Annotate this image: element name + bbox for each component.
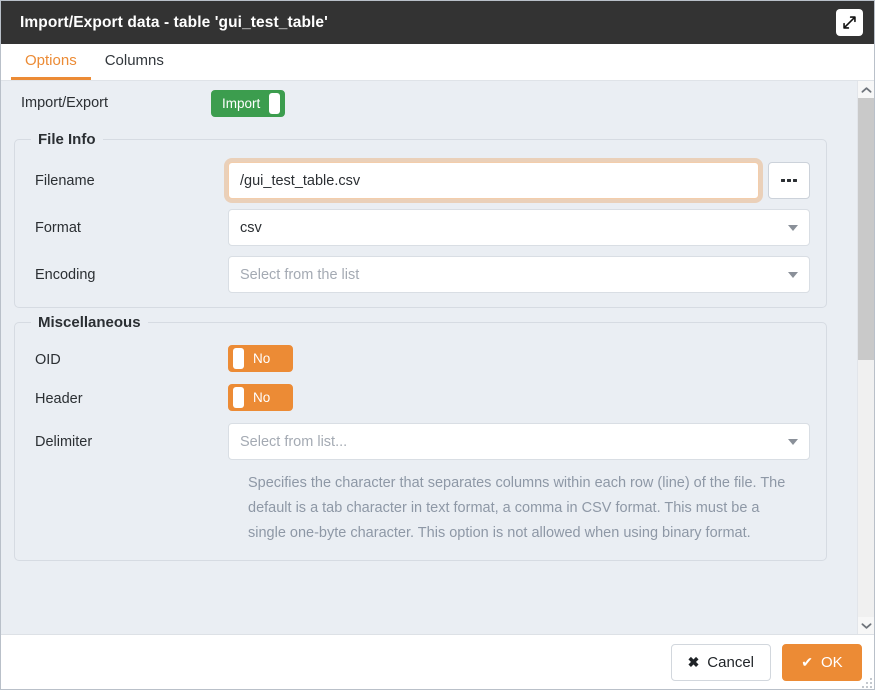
oid-control: No (228, 345, 826, 374)
chevron-up-icon (861, 81, 872, 99)
resize-grip[interactable] (860, 676, 872, 688)
toggle-knob (269, 92, 281, 114)
oid-toggle-label: No (253, 351, 271, 366)
header-toggle-label: No (253, 390, 271, 405)
header-label: Header (35, 390, 83, 407)
cancel-button-label: Cancel (707, 653, 754, 671)
chevron-down-icon (861, 617, 872, 635)
oid-row: OID No (15, 345, 826, 374)
chevron-down-icon (788, 271, 798, 278)
browse-file-button[interactable] (768, 162, 810, 199)
ok-button[interactable]: ✔ OK (782, 643, 862, 681)
toggle-knob (233, 387, 244, 408)
vertical-scrollbar[interactable] (857, 81, 874, 634)
miscellaneous-legend: Miscellaneous (38, 314, 141, 331)
tab-columns[interactable]: Columns (91, 44, 178, 80)
import-export-row: Import/Export Import (1, 81, 857, 125)
maximize-button[interactable] (836, 9, 863, 36)
tab-options[interactable]: Options (11, 44, 91, 80)
encoding-row: Encoding Select from the list (15, 256, 826, 293)
delimiter-row: Delimiter Select from list... (15, 423, 826, 460)
delimiter-label: Delimiter (35, 433, 93, 450)
oid-label: OID (35, 351, 61, 368)
toggle-knob (233, 348, 244, 369)
scrollbar-track[interactable] (858, 98, 874, 617)
check-icon: ✔ (801, 654, 814, 670)
import-export-control: Import (211, 89, 857, 117)
import-export-toggle-label: Import (222, 95, 261, 111)
ellipsis-icon (781, 178, 797, 183)
encoding-select[interactable]: Select from the list (228, 256, 810, 293)
header-control: No (228, 384, 826, 413)
import-export-toggle[interactable]: Import (211, 89, 286, 117)
scroll-up-button[interactable] (858, 81, 874, 98)
dialog-title: Import/Export data - table 'gui_test_tab… (20, 13, 328, 31)
delimiter-control: Select from list... (228, 423, 826, 460)
ok-button-label: OK (821, 653, 843, 671)
chevron-down-icon (788, 438, 798, 445)
cancel-button[interactable]: ✖ Cancel (670, 643, 771, 681)
dialog-footer: ✖ Cancel ✔ OK (1, 634, 874, 689)
scrollbar-thumb[interactable] (858, 98, 874, 361)
format-select[interactable]: csv (228, 209, 810, 246)
import-export-label: Import/Export (21, 95, 109, 111)
dialog-titlebar: Import/Export data - table 'gui_test_tab… (1, 1, 874, 44)
close-icon: ✖ (687, 654, 700, 670)
oid-toggle[interactable]: No (228, 345, 293, 372)
encoding-control: Select from the list (228, 256, 826, 293)
file-info-legend: File Info (38, 131, 96, 148)
delimiter-select-value: Select from list... (240, 433, 348, 450)
format-control: csv (228, 209, 826, 246)
delimiter-help-text: Specifies the character that separates c… (248, 475, 786, 541)
format-row: Format csv (15, 209, 826, 246)
filename-control (228, 162, 826, 199)
dialog-body: Import/Export Import File Info Filename (1, 81, 874, 634)
options-panel: Import/Export Import File Info Filename (1, 81, 857, 634)
filename-row: Filename (15, 162, 826, 199)
scroll-down-button[interactable] (858, 617, 874, 634)
format-select-value: csv (240, 219, 262, 236)
encoding-select-value: Select from the list (240, 266, 360, 283)
expand-diagonal-icon (842, 15, 857, 30)
filename-label: Filename (35, 172, 95, 189)
miscellaneous-group: Miscellaneous OID No Header No Delimiter… (14, 314, 827, 561)
filename-input[interactable] (228, 162, 759, 199)
file-info-group: File Info Filename Format csv (14, 131, 827, 308)
import-export-dialog: Import/Export data - table 'gui_test_tab… (0, 0, 875, 690)
format-label: Format (35, 219, 81, 236)
tab-strip: Options Columns (1, 44, 874, 81)
header-row: Header No (15, 384, 826, 413)
delimiter-select[interactable]: Select from list... (228, 423, 810, 460)
chevron-down-icon (788, 224, 798, 231)
header-toggle[interactable]: No (228, 384, 293, 411)
encoding-label: Encoding (35, 266, 96, 283)
